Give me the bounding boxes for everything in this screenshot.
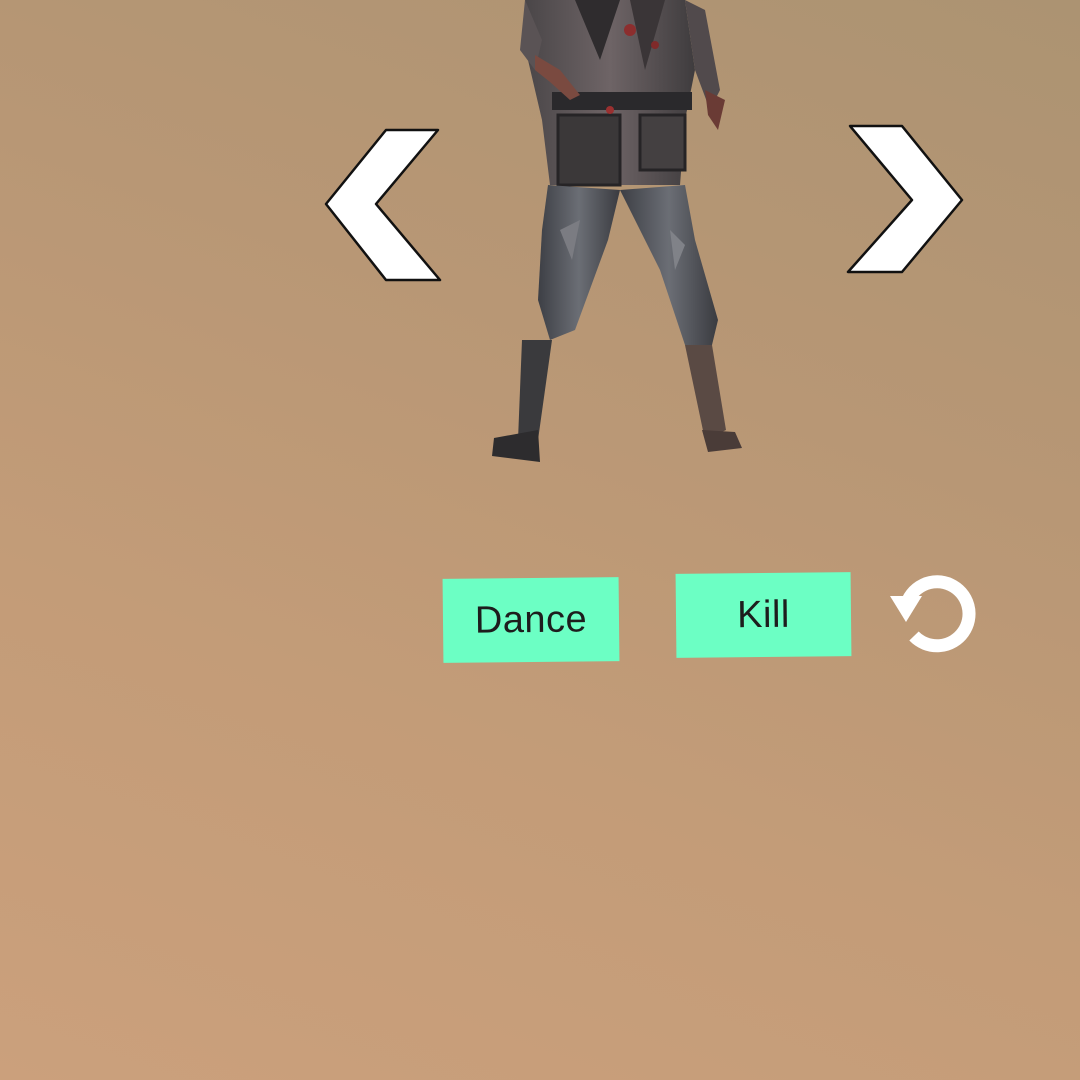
reset-icon — [890, 575, 976, 653]
reset-button[interactable] — [886, 566, 982, 662]
kill-button[interactable]: Kill — [675, 572, 852, 658]
next-arrow-button[interactable] — [842, 122, 966, 282]
dance-button-label: Dance — [474, 597, 588, 642]
chevron-right-icon — [846, 124, 964, 274]
previous-arrow-button[interactable] — [322, 126, 446, 286]
game-scene: Dance Kill — [0, 0, 1080, 1080]
zombie-character — [492, 0, 742, 462]
dance-button[interactable]: Dance — [442, 577, 620, 663]
kill-button-label: Kill — [736, 593, 791, 636]
chevron-left-icon — [324, 128, 442, 282]
